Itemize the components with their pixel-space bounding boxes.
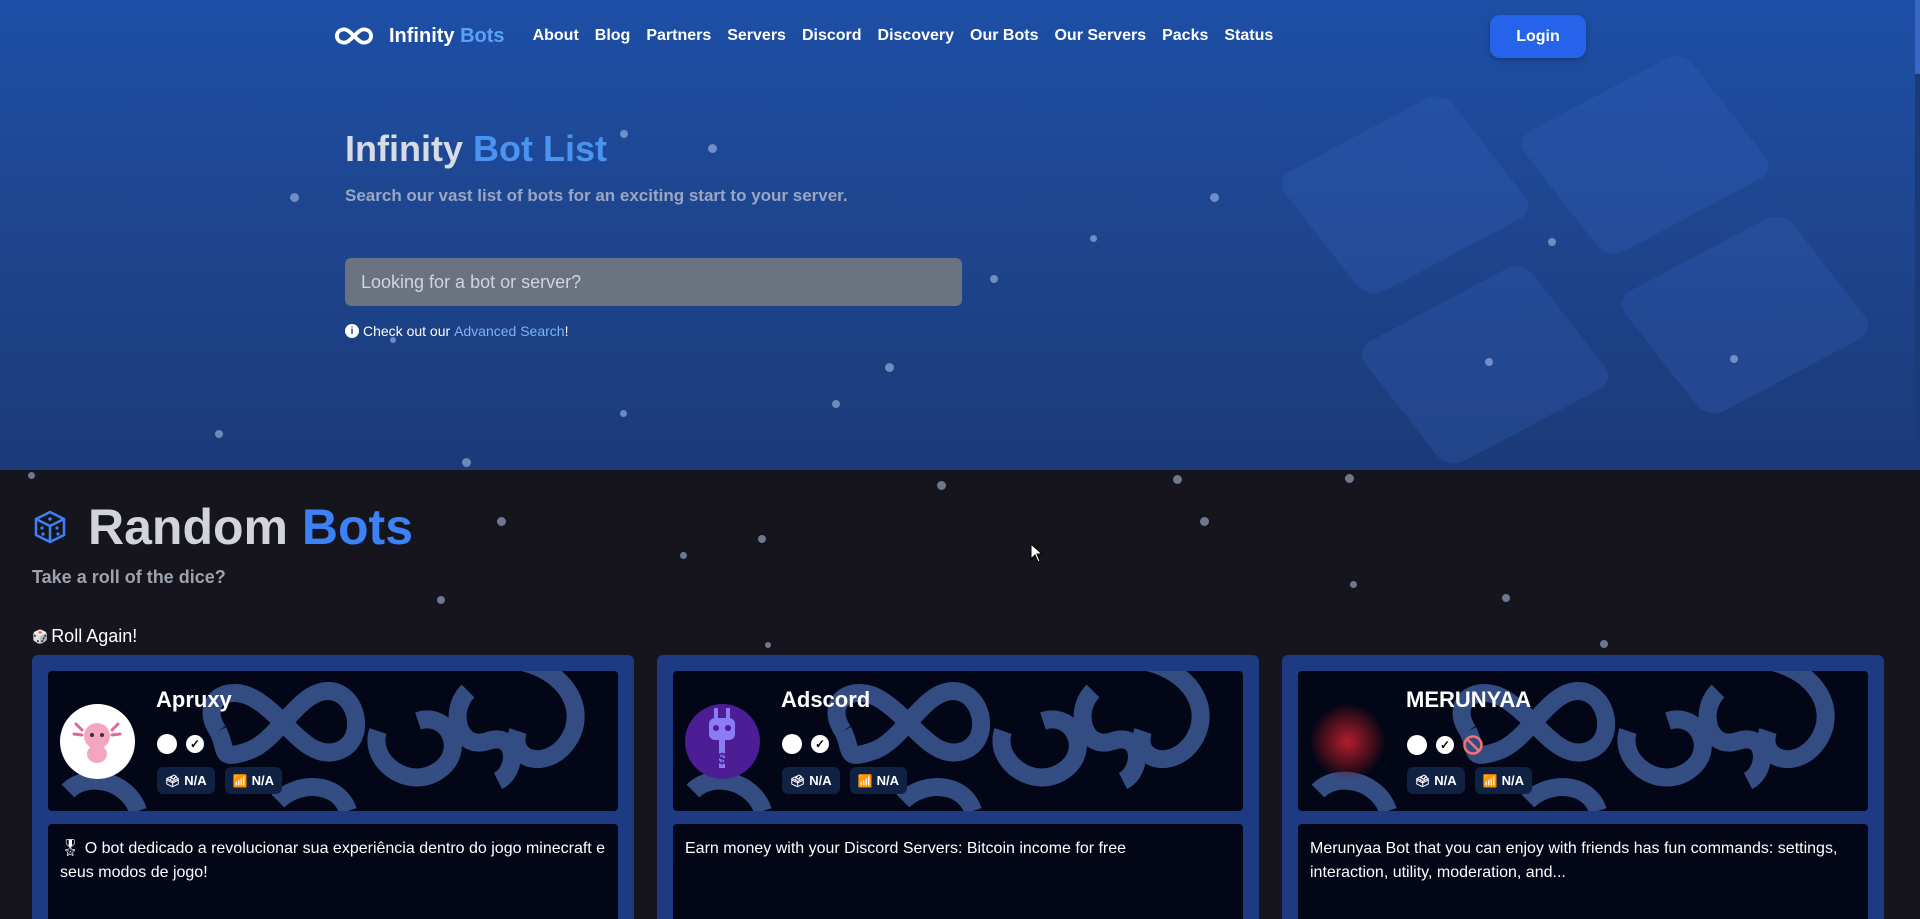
status-row: ✓: [1407, 734, 1484, 756]
stats-row: 🗳 N/A 📶 N/A: [1407, 767, 1542, 794]
scrollbar-thumb[interactable]: [1915, 0, 1920, 74]
nav-link-about[interactable]: About: [533, 27, 579, 45]
scrollbar[interactable]: [1915, 0, 1920, 470]
status-dot: [157, 734, 177, 754]
nav-link-partners[interactable]: Partners: [646, 27, 711, 45]
nav-link-servers[interactable]: Servers: [727, 27, 786, 45]
status-row: ✓: [782, 734, 837, 754]
server-stat: 📶 N/A: [1474, 767, 1532, 794]
advanced-search-link[interactable]: Advanced Search: [454, 323, 565, 339]
infinity-logo-icon: [335, 27, 373, 45]
avatar[interactable]: [60, 704, 135, 779]
status-dot: [782, 734, 802, 754]
nav-link-discord[interactable]: Discord: [802, 27, 862, 45]
vote-icon: 🗳: [790, 773, 806, 788]
dice-icon: [34, 510, 66, 544]
vote-icon: 🗳: [165, 773, 181, 788]
nav-link-our-servers[interactable]: Our Servers: [1054, 27, 1146, 45]
bot-name[interactable]: Apruxy: [156, 687, 232, 713]
avatar[interactable]: $: [685, 704, 760, 779]
nav-link-discovery[interactable]: Discovery: [878, 27, 955, 45]
roll-again-button[interactable]: 🎲 Roll Again!: [32, 626, 137, 647]
bot-description: Merunyaa Bot that you can enjoy with fri…: [1298, 824, 1868, 919]
brand-name: Infinity Bots: [389, 24, 505, 47]
nav-link-blog[interactable]: Blog: [595, 27, 631, 45]
nav-link-packs[interactable]: Packs: [1162, 27, 1208, 45]
search-input[interactable]: [345, 258, 962, 306]
stats-row: 🗳 N/A 📶 N/A: [157, 767, 292, 794]
bot-banner: MERUNYAA ✓ 🗳 N/A 📶 N/A: [1298, 671, 1868, 811]
random-bots-header: Random Bots: [32, 498, 413, 556]
hero-subtitle: Search our vast list of bots for an exci…: [345, 186, 848, 205]
mouse-cursor-icon: [1030, 543, 1044, 563]
hero-title: Infinity Bot List: [345, 128, 607, 169]
verified-check-icon: ✓: [186, 735, 204, 753]
signal-icon: 📶: [857, 773, 873, 788]
bot-card[interactable]: Apruxy ✓ 🗳 N/A 📶 N/A 🎖 O bot dedicado a re…: [32, 655, 634, 919]
bot-banner: Apruxy ✓ 🗳 N/A 📶 N/A: [48, 671, 618, 811]
bot-description: Earn money with your Discord Servers: Bi…: [673, 824, 1243, 919]
status-dot: [1407, 735, 1427, 755]
vote-icon: 🗳: [1415, 773, 1431, 788]
info-icon: i: [345, 324, 359, 338]
login-button[interactable]: Login: [1490, 15, 1586, 58]
banned-icon: [1463, 735, 1483, 755]
vote-stat: 🗳 N/A: [157, 767, 215, 794]
verified-check-icon: ✓: [811, 735, 829, 753]
bot-description: 🎖 O bot dedicado a revolucionar sua expe…: [48, 824, 618, 919]
nav-link-status[interactable]: Status: [1224, 27, 1273, 45]
hero-section: Infinity Bots About Blog Partners Server…: [0, 0, 1915, 470]
section-title: Random Bots: [88, 499, 414, 555]
status-row: ✓: [157, 734, 212, 754]
brand-logo[interactable]: Infinity Bots: [335, 25, 505, 48]
advanced-search-tip: i Check out our Advanced Search!: [345, 323, 568, 339]
server-stat: 📶 N/A: [849, 767, 907, 794]
axolotl-avatar-icon: [72, 722, 122, 763]
svg-text:$: $: [718, 751, 727, 768]
signal-icon: 📶: [1482, 773, 1498, 788]
signal-icon: 📶: [232, 773, 248, 788]
hero-decoration: [1270, 40, 1876, 470]
nav-link-our-bots[interactable]: Our Bots: [970, 27, 1038, 45]
stats-row: 🗳 N/A 📶 N/A: [782, 767, 917, 794]
robot-dollar-avatar-icon: $: [709, 708, 735, 768]
section-subtitle: Take a roll of the dice?: [32, 567, 226, 587]
bot-card[interactable]: $ Adscord ✓ 🗳 N/A 📶 N/A Earn money with yo…: [657, 655, 1259, 919]
top-nav: Infinity Bots About Blog Partners Server…: [335, 14, 1273, 58]
dice-small-icon: 🎲: [32, 628, 49, 644]
vote-stat: 🗳 N/A: [1407, 767, 1465, 794]
bot-name[interactable]: Adscord: [781, 687, 870, 713]
avatar[interactable]: [1310, 704, 1385, 779]
bot-banner: $ Adscord ✓ 🗳 N/A 📶 N/A: [673, 671, 1243, 811]
bot-card[interactable]: MERUNYAA ✓ 🗳 N/A 📶 N/A Merunyaa Bot that y…: [1282, 655, 1884, 919]
vote-stat: 🗳 N/A: [782, 767, 840, 794]
server-stat: 📶 N/A: [224, 767, 282, 794]
verified-check-icon: ✓: [1436, 736, 1454, 754]
bot-name[interactable]: MERUNYAA: [1406, 687, 1531, 713]
